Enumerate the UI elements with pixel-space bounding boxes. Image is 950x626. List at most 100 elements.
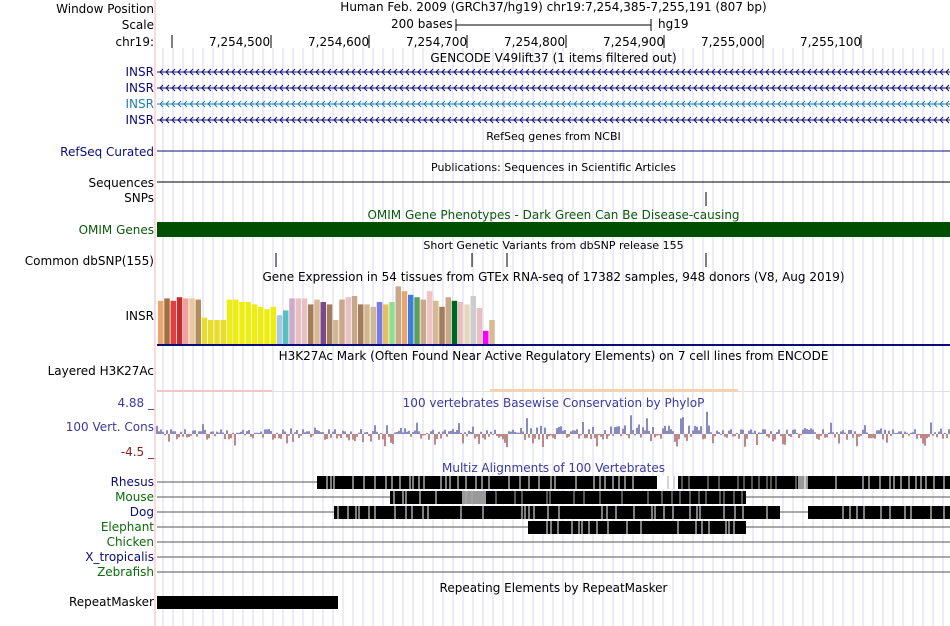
gtex-bar [183, 298, 189, 344]
alignment-block [390, 491, 462, 504]
repeat-element [157, 596, 338, 609]
gtex-bar [201, 317, 208, 344]
h3k27ac-track-title: H3K27Ac Mark (Often Found Near Active Re… [278, 349, 829, 363]
gtex-bar [483, 330, 489, 344]
gtex-bar [158, 300, 164, 344]
gene-label-insr[interactable]: INSR [126, 113, 154, 127]
gtex-bar [320, 302, 326, 344]
gtex-bar [195, 299, 201, 344]
refseq-track-title: RefSeq genes from NCBI [486, 130, 621, 143]
gtex-bar [408, 294, 414, 344]
gencode-track-title: GENCODE V49lift37 (1 items filtered out) [430, 51, 677, 65]
repeatmasker-track-title: Repeating Elements by RepeatMasker [439, 581, 668, 595]
genome-browser-image[interactable]: Window Position Human Feb. 2009 (GRCh37/… [0, 0, 950, 626]
h3k27ac-label[interactable]: Layered H3K27Ac [48, 364, 154, 378]
multiz-track-title: Multiz Alignments of 100 Vertebrates [441, 461, 666, 475]
gtex-bar [289, 298, 295, 344]
h3k27ac-signal [490, 389, 738, 392]
dbsnp-label[interactable]: Common dbSNP(155) [25, 254, 154, 268]
gtex-bar [295, 298, 301, 344]
gtex-bar [301, 298, 308, 344]
gtex-bar [245, 302, 251, 344]
gtex-bar [351, 296, 358, 344]
omim-label[interactable]: OMIM Genes [79, 223, 154, 237]
scale-text: 200 bases [391, 17, 453, 31]
gene-label-insr[interactable]: INSR [126, 65, 154, 79]
gtex-bar [270, 306, 276, 344]
gtex-bar [264, 309, 270, 344]
alignment-block [808, 476, 950, 489]
species-label-mouse[interactable]: Mouse [115, 490, 154, 504]
alignment-block [798, 476, 808, 489]
gtex-bar [345, 297, 351, 344]
scale-label: Scale [121, 18, 154, 32]
chromosome-label: chr19: [115, 35, 154, 49]
gtex-bar [445, 297, 451, 344]
gtex-bar [326, 304, 333, 344]
h3k27ac-signal [157, 390, 272, 392]
gtex-bar [433, 300, 439, 344]
gtex-bar [233, 299, 239, 344]
gtex-bar [489, 320, 495, 344]
gtex-bar [276, 315, 283, 344]
gtex-bar [226, 299, 233, 344]
window-position-text: Human Feb. 2009 (GRCh37/hg19) chr19:7,25… [340, 0, 767, 14]
dbsnp-track-title: Short Genetic Variants from dbSNP releas… [423, 239, 684, 252]
gtex-bar [258, 306, 264, 344]
species-label-dog[interactable]: Dog [130, 505, 154, 519]
conservation-ymin: -4.5 _ [120, 445, 154, 459]
gtex-bar [283, 310, 289, 344]
alignment-block [317, 476, 657, 489]
gtex-label[interactable]: INSR [126, 309, 154, 323]
species-label-x-tropicalis[interactable]: X_tropicalis [85, 550, 154, 564]
species-label-elephant[interactable]: Elephant [101, 520, 154, 534]
gtex-bar [170, 300, 176, 344]
gtex-track-title: Gene Expression in 54 tissues from GTEx … [262, 270, 845, 284]
refseq-label[interactable]: RefSeq Curated [60, 145, 154, 159]
alignment-block [808, 506, 950, 519]
gtex-bar [333, 320, 339, 344]
position-label: 7,254,700 [406, 35, 468, 49]
species-label-rhesus[interactable]: Rhesus [111, 475, 154, 489]
window-position-label: Window Position [56, 2, 154, 16]
repeatmasker-label[interactable]: RepeatMasker [69, 595, 154, 609]
gtex-bar [251, 304, 258, 344]
gtex-bar [176, 297, 183, 344]
gtex-bar [426, 291, 433, 344]
position-label: 7,254,900 [603, 35, 665, 49]
omim-track-title: OMIM Gene Phenotypes - Dark Green Can Be… [367, 208, 740, 222]
gene-label-insr[interactable]: INSR [126, 97, 154, 111]
assembly-name: hg19 [658, 17, 689, 31]
gtex-bar [339, 299, 345, 344]
gtex-bar [439, 306, 445, 344]
gtex-bar [389, 302, 395, 344]
position-label: 7,254,500 [209, 35, 271, 49]
conservation-label[interactable]: 100 Vert. Cons [66, 420, 154, 434]
gtex-bar [239, 302, 245, 344]
gtex-bar [376, 302, 383, 344]
gtex-bar [314, 299, 320, 344]
gtex-bar [383, 304, 389, 344]
gtex-bar [364, 304, 370, 344]
gtex-bar [214, 320, 220, 344]
snps-label[interactable]: SNPs [124, 191, 154, 205]
conservation-track-title: 100 vertebrates Basewise Conservation by… [402, 396, 705, 410]
gtex-bar [189, 298, 195, 344]
species-label-chicken[interactable]: Chicken [107, 535, 154, 549]
gtex-bar [370, 306, 376, 344]
gtex-bar [208, 320, 214, 344]
gtex-bar [220, 320, 226, 344]
position-label: 7,255,000 [701, 35, 763, 49]
alignment-block [528, 521, 746, 534]
publications-track-title: Publications: Sequences in Scientific Ar… [431, 161, 676, 174]
alignment-block [486, 491, 746, 504]
position-label: 7,255,100 [800, 35, 862, 49]
sequences-label[interactable]: Sequences [89, 176, 154, 190]
gtex-bar [308, 304, 314, 344]
gene-label-insr[interactable]: INSR [126, 81, 154, 95]
gtex-bar [401, 291, 408, 344]
species-label-zebrafish[interactable]: Zebrafish [97, 565, 154, 579]
gtex-bar [420, 299, 426, 344]
position-label: 7,254,600 [308, 35, 370, 49]
gtex-bar [458, 302, 464, 344]
